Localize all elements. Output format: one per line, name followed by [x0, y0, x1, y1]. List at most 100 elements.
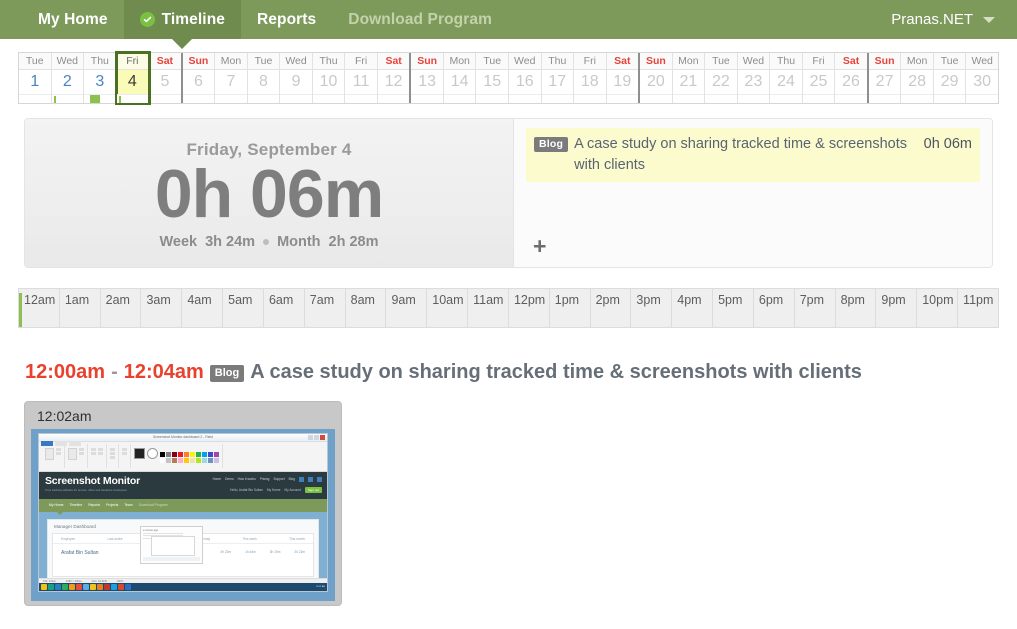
hour-cell-12am[interactable]: 12am [19, 289, 60, 327]
calendar-day-number: 23 [737, 70, 770, 94]
social-icon-2 [317, 476, 322, 482]
hour-cell-5am[interactable]: 5am [223, 289, 264, 327]
hour-cell-7am[interactable]: 7am [305, 289, 346, 327]
calendar-day-activity-bar [149, 94, 181, 103]
calendar-day-21[interactable]: Mon 21 [672, 53, 706, 103]
site-nav-link: Pricing [259, 477, 270, 481]
calendar-day-8[interactable]: Tue 8 [247, 53, 281, 103]
calendar-day-14[interactable]: Mon 14 [443, 53, 477, 103]
calendar-day-5[interactable]: Sat 5 [149, 53, 182, 103]
palette-swatch-9 [214, 451, 219, 457]
hour-label: 8am [350, 293, 375, 307]
calendar-day-number: 19 [606, 70, 639, 94]
hour-cell-4am[interactable]: 4am [182, 289, 224, 327]
calendar-day-number: 11 [345, 70, 377, 94]
calendar-day-7[interactable]: Mon 7 [215, 53, 248, 103]
calendar-day-activity-bar [770, 94, 802, 103]
screenshot-card[interactable]: 12:02am Screenshot Monitor dashboard 2 -… [24, 401, 342, 606]
task-row[interactable]: Blog A case study on sharing tracked time… [526, 128, 980, 183]
nav-item-my-home[interactable]: My Home [22, 0, 124, 39]
nav-item-download-program[interactable]: Download Program [332, 0, 508, 39]
calendar-day-2[interactable]: Wed 2 [51, 53, 85, 103]
calendar-day-6[interactable]: Sun 6 [180, 53, 216, 103]
calendar-day-20[interactable]: Sun 20 [638, 53, 673, 103]
calendar-day-27[interactable]: Sun 27 [866, 53, 902, 103]
hour-cell-9am[interactable]: 9am [386, 289, 428, 327]
hour-cell-4pm[interactable]: 4pm [672, 289, 714, 327]
hour-cell-2pm[interactable]: 2pm [591, 289, 632, 327]
calendar-day-10[interactable]: Thu 10 [312, 53, 346, 103]
calendar-day-1[interactable]: Tue 1 [19, 53, 52, 103]
nav-item-timeline[interactable]: Timeline [123, 0, 242, 49]
calendar-day-25[interactable]: Fri 25 [802, 53, 836, 103]
calendar-day-26[interactable]: Sat 26 [835, 53, 868, 103]
hour-cell-8am[interactable]: 8am [346, 289, 387, 327]
screenshot-thumbnail[interactable]: Screenshot Monitor dashboard 2 - Paint S… [31, 428, 335, 601]
hour-cell-12pm[interactable]: 12pm [509, 289, 550, 327]
calendar-day-name: Mon [672, 53, 705, 70]
hour-cell-3pm[interactable]: 3pm [631, 289, 673, 327]
calendar-day-12[interactable]: Sat 12 [377, 53, 411, 103]
calendar-day-activity-bar [443, 94, 476, 103]
taskbar-icon-2 [111, 583, 117, 590]
app-nav-item: My Home [49, 503, 64, 507]
app-nav-item: Download Program [138, 503, 168, 507]
hours-timeline[interactable]: 12am 1am 2am 3am 4am 5am 6am 7am 8am 9am 10am 11am 1… [18, 288, 999, 328]
calendar-day-18[interactable]: Fri 18 [574, 53, 607, 103]
hour-cell-6pm[interactable]: 6pm [754, 289, 795, 327]
color-palette [160, 448, 219, 463]
calendar-day-29[interactable]: Tue 29 [933, 53, 967, 103]
calendar-day-name: Sun [640, 53, 672, 70]
calendar-day-22[interactable]: Tue 22 [705, 53, 738, 103]
site-nav-links: Home Demo How it works Pricing Support Blog [213, 476, 322, 482]
hour-cell-3am[interactable]: 3am [141, 289, 183, 327]
calendar-day-name: Tue [19, 53, 51, 70]
calendar-day-24[interactable]: Thu 24 [770, 53, 803, 103]
hour-cell-10pm[interactable]: 10pm [917, 289, 959, 327]
hour-cell-11pm[interactable]: 11pm [958, 289, 998, 327]
paint-ribbon [39, 441, 327, 472]
manager-dashboard-panel: Manager Dashboard EmployeeLast activeTod… [47, 518, 319, 578]
hour-cell-9pm[interactable]: 9pm [876, 289, 918, 327]
palette-swatch-11 [166, 457, 171, 463]
week-value: 3h 24m [205, 233, 256, 250]
palette-swatch-6 [196, 451, 201, 457]
site-nav-link: How it works [237, 477, 256, 481]
palette-swatch-0 [160, 451, 165, 457]
hour-cell-8pm[interactable]: 8pm [836, 289, 877, 327]
calendar-day-13[interactable]: Sun 13 [409, 53, 444, 103]
palette-swatch-19 [214, 457, 219, 463]
calendar-day-30[interactable]: Wed 30 [966, 53, 998, 103]
calendar-day-4[interactable]: Fri 4 [114, 51, 152, 105]
nav-item-reports[interactable]: Reports [241, 0, 332, 39]
hour-cell-10am[interactable]: 10am [427, 289, 469, 327]
calendar-day-16[interactable]: Wed 16 [508, 53, 542, 103]
calendar-day-name: Sun [868, 53, 901, 70]
hour-cell-5pm[interactable]: 5pm [713, 289, 754, 327]
account-menu[interactable]: Pranas.NET [891, 0, 1017, 39]
calendar-day-15[interactable]: Tue 15 [476, 53, 509, 103]
site-user: Hello, Arafat Bin Sultan [230, 487, 263, 492]
hour-cell-6am[interactable]: 6am [264, 289, 305, 327]
hour-cell-11am[interactable]: 11am [468, 289, 509, 327]
minimize-icon [308, 435, 313, 440]
calendar-strip[interactable]: Tue 1 Wed 2 Thu 3 Fri 4 Sat 5 Sun 6 Mon 7 Tue 8 Wed 9 Thu 1… [18, 51, 999, 105]
calendar-day-9[interactable]: Wed 9 [280, 53, 313, 103]
calendar-day-3[interactable]: Thu 3 [84, 53, 117, 103]
hour-cell-1pm[interactable]: 1pm [550, 289, 591, 327]
calendar-day-11[interactable]: Fri 11 [345, 53, 378, 103]
entry-dash: - [111, 361, 118, 383]
calendar-day-activity-bar [966, 94, 998, 103]
hour-cell-7pm[interactable]: 7pm [795, 289, 836, 327]
hour-cell-1am[interactable]: 1am [60, 289, 101, 327]
ribbon-group-tools [88, 443, 107, 468]
calendar-day-19[interactable]: Sat 19 [606, 53, 640, 103]
hour-label: 11pm [963, 293, 994, 307]
day-totals: Friday, September 4 0h 06m Week 3h 24m M… [25, 119, 514, 267]
calendar-day-28[interactable]: Mon 28 [901, 53, 934, 103]
calendar-day-23[interactable]: Wed 23 [737, 53, 771, 103]
add-task-button[interactable]: + [533, 235, 546, 258]
calendar-day-17[interactable]: Thu 17 [541, 53, 575, 103]
hour-cell-2am[interactable]: 2am [101, 289, 142, 327]
calendar-day-name: Sun [182, 53, 215, 70]
